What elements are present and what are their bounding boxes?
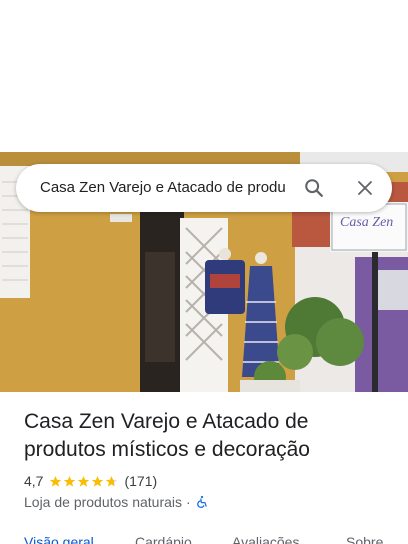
search-input[interactable]: Casa Zen Varejo e Atacado de produ <box>40 164 302 212</box>
star-icon <box>64 475 76 487</box>
close-icon <box>358 181 372 195</box>
star-half-icon <box>106 475 118 487</box>
tab-cardapio[interactable]: Cardápio <box>135 534 192 544</box>
search-icon <box>305 179 323 197</box>
separator-dot: · <box>186 494 191 510</box>
category-row: Loja de produtos naturais · <box>24 492 209 512</box>
star-icon <box>50 475 62 487</box>
tab-sobre[interactable]: Sobre <box>346 534 383 544</box>
place-tabs: Visão geral Cardápio Avaliações Sobre <box>0 528 408 544</box>
star-icon <box>78 475 90 487</box>
photo-sign-text: Casa Zen <box>340 215 393 230</box>
search-bar[interactable]: Casa Zen Varejo e Atacado de produ <box>16 164 392 212</box>
wheelchair-accessible-icon <box>196 495 207 508</box>
tab-visao-geral[interactable]: Visão geral <box>24 534 94 544</box>
place-category: Loja de produtos naturais <box>24 494 182 510</box>
rating-row[interactable]: 4,7 (171) <box>24 471 157 491</box>
star-icon <box>92 475 104 487</box>
rating-stars <box>49 475 119 488</box>
review-count[interactable]: (171) <box>124 473 157 489</box>
place-title: Casa Zen Varejo e Atacado de produtos mí… <box>24 410 310 461</box>
rating-value: 4,7 <box>24 473 44 489</box>
tab-avaliacoes[interactable]: Avaliações <box>232 534 299 544</box>
search-button[interactable] <box>298 172 330 204</box>
close-button[interactable] <box>349 172 381 204</box>
